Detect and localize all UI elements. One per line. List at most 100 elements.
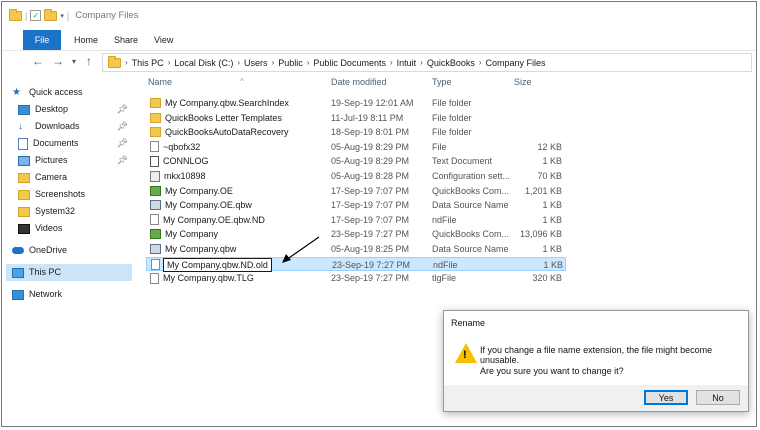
file-row[interactable]: My Company.qbw 05-Aug-19 8:25 PM Data Sour… — [146, 242, 566, 256]
sidebar-item-videos[interactable]: Videos — [18, 220, 134, 237]
sidebar-item-quick-access[interactable]: ★ Quick access — [12, 84, 144, 101]
yes-button[interactable]: Yes — [644, 390, 688, 405]
breadcrumb-public[interactable]: Public — [278, 58, 303, 68]
rename-input[interactable]: My Company.qbw.ND.old — [163, 257, 272, 272]
pictures-icon — [18, 155, 30, 166]
file-row[interactable]: QuickBooksAutoDataRecovery 18-Sep-19 8:01… — [146, 125, 566, 139]
file-row[interactable]: mkx10898 05-Aug-19 8:28 PM Configuration s… — [146, 169, 566, 183]
customize-dropdown-icon[interactable]: ▾ — [60, 12, 64, 20]
file-type: tlgFile — [432, 273, 457, 284]
breadcrumb-this-pc[interactable]: This PC — [132, 58, 164, 68]
column-header-date[interactable]: Date modified — [331, 77, 387, 91]
file-row[interactable]: CONNLOG 05-Aug-19 8:29 PM Text Document 1 K… — [146, 154, 566, 168]
breadcrumb-local-disk[interactable]: Local Disk (C:) — [174, 58, 233, 68]
file-row[interactable]: My Company 23-Sep-19 7:27 PM QuickBooks Co… — [146, 227, 566, 241]
file-date: 17-Sep-19 7:07 PM — [331, 200, 410, 211]
up-arrow-icon[interactable]: ↑ — [86, 54, 92, 68]
file-name-cell: QuickBooksAutoDataRecovery — [150, 125, 289, 139]
window-title: Company Files — [75, 10, 139, 21]
sidebar-item-this-pc[interactable]: This PC — [6, 264, 132, 281]
file-name: My Company.OE — [165, 185, 233, 196]
sidebar-item-screenshots[interactable]: Screenshots — [18, 186, 134, 203]
file-date: 18-Sep-19 8:01 PM — [331, 127, 410, 138]
file-type: QuickBooks Com... — [432, 229, 510, 240]
file-name-cell: My Company.OE.qbw.ND — [150, 213, 265, 227]
file-name: My Company — [165, 229, 219, 240]
back-arrow-icon[interactable]: ← — [32, 54, 44, 68]
quickbooks-company-icon — [150, 185, 161, 196]
videos-icon — [18, 223, 30, 234]
network-icon — [12, 289, 24, 300]
file-row[interactable]: QuickBooks Letter Templates 11-Jul-19 8:1… — [146, 111, 566, 125]
file-name-cell: My Company.qbw.TLG — [150, 271, 254, 285]
file-row[interactable]: My Company.qbw.TLG 23-Sep-19 7:27 PM tlgFi… — [146, 271, 566, 285]
sidebar-item-pictures[interactable]: Pictures 📌︎ — [18, 152, 134, 169]
tab-share[interactable]: Share — [114, 30, 138, 50]
data-source-icon — [150, 200, 161, 211]
chevron-right-icon: › — [237, 58, 241, 67]
folder-icon — [18, 206, 30, 217]
navigation-bar: ← → ▾ ↑ › This PC › Local Disk (C:) › Us… — [2, 51, 756, 73]
breadcrumb-intuit[interactable]: Intuit — [397, 58, 417, 68]
file-name: QuickBooksAutoDataRecovery — [165, 127, 289, 138]
folder-icon — [150, 127, 161, 138]
file-row[interactable]: My Company.OE.qbw.ND 17-Sep-19 7:07 PM ndF… — [146, 213, 566, 227]
file-type: File folder — [432, 98, 472, 108]
file-type: ndFile — [433, 259, 458, 270]
file-name-cell: My Company.qbw.ND.old — [151, 257, 272, 272]
file-name-cell: QuickBooks Letter Templates — [150, 111, 282, 125]
explorer-window: | ✓ ▾ | Company Files File Home Share Vi… — [1, 1, 757, 427]
quick-access-toolbar: | ✓ ▾ | Company Files — [9, 8, 139, 21]
file-row[interactable]: My Company.qbw.ND.old 23-Sep-19 7:27 PM nd… — [146, 256, 566, 272]
file-name: My Company.qbw — [165, 244, 237, 254]
breadcrumb-company-files[interactable]: Company Files — [486, 58, 546, 68]
folder-icon — [150, 98, 161, 108]
chevron-right-icon: › — [389, 58, 393, 67]
recent-dropdown-icon[interactable]: ▾ — [72, 57, 76, 66]
file-row[interactable]: My Company.OE.qbw 17-Sep-19 7:07 PM Data S… — [146, 198, 566, 212]
file-date: 19-Sep-19 12:01 AM — [331, 98, 414, 108]
file-size: 1 KB — [542, 244, 562, 254]
address-bar[interactable]: › This PC › Local Disk (C:) › Users › Pu… — [102, 53, 752, 72]
star-icon: ★ — [12, 86, 21, 98]
column-header-name[interactable]: Name ^ — [148, 77, 244, 91]
file-type: File — [432, 141, 447, 152]
sidebar-item-camera[interactable]: Camera — [18, 169, 134, 186]
tab-home[interactable]: Home — [74, 30, 98, 50]
breadcrumb-public-documents[interactable]: Public Documents — [313, 58, 386, 68]
chevron-right-icon: › — [306, 58, 310, 67]
file-row[interactable]: My Company.OE 17-Sep-19 7:07 PM QuickBooks… — [146, 184, 566, 198]
file-name: mkx10898 — [164, 171, 206, 181]
file-date: 05-Aug-19 8:28 PM — [331, 171, 410, 181]
tab-file[interactable]: File — [23, 30, 61, 50]
file-size: 1 KB — [542, 156, 562, 167]
breadcrumb-users[interactable]: Users — [244, 58, 268, 68]
sidebar-item-documents[interactable]: Documents 📌︎ — [18, 135, 134, 152]
file-name: My Company.OE.qbw — [165, 200, 252, 211]
sidebar-item-downloads[interactable]: ↓ Downloads 📌︎ — [18, 118, 134, 135]
file-type: Text Document — [432, 156, 493, 167]
sidebar-item-system32[interactable]: System32 — [18, 203, 134, 220]
forward-arrow-icon[interactable]: → — [52, 54, 64, 68]
file-type: ndFile — [432, 214, 457, 225]
desktop-icon — [18, 104, 30, 115]
ribbon-tabs: File Home Share View — [2, 30, 756, 51]
no-button[interactable]: No — [696, 390, 740, 405]
tab-view[interactable]: View — [154, 30, 173, 50]
breadcrumb-quickbooks[interactable]: QuickBooks — [427, 58, 475, 68]
sidebar-item-network[interactable]: Network — [12, 286, 134, 303]
file-name: CONNLOG — [163, 156, 209, 167]
column-header-size[interactable]: Size — [514, 77, 532, 91]
documents-icon — [18, 137, 28, 150]
new-folder-icon[interactable] — [44, 8, 58, 21]
file-date: 17-Sep-19 7:07 PM — [331, 185, 410, 196]
chevron-right-icon: › — [167, 58, 171, 67]
properties-icon[interactable]: ✓ — [30, 10, 42, 21]
sidebar-item-onedrive[interactable]: OneDrive — [12, 242, 134, 259]
file-row[interactable]: ~qbofx32 05-Aug-19 8:29 PM File 12 KB — [146, 140, 566, 154]
sidebar-item-desktop[interactable]: Desktop 📌︎ — [18, 101, 134, 118]
column-header-type[interactable]: Type — [432, 77, 452, 91]
file-size: 70 KB — [537, 171, 562, 181]
file-row[interactable]: My Company.qbw.SearchIndex 19-Sep-19 12:0… — [146, 96, 566, 110]
folder-icon — [9, 8, 22, 21]
